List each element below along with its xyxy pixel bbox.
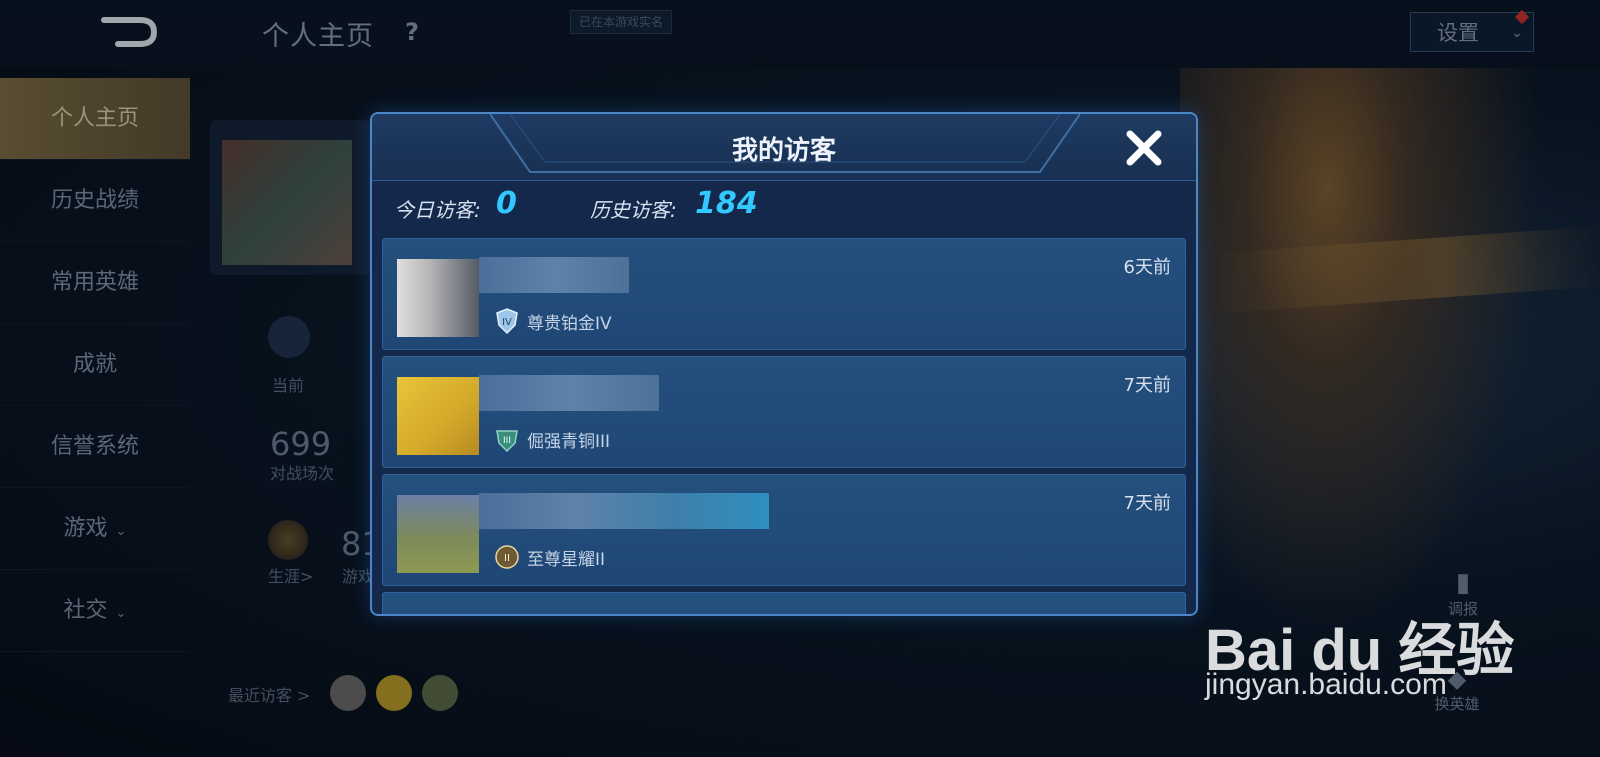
svg-text:II: II (504, 553, 510, 564)
starlight-rank-icon: II (495, 545, 519, 569)
history-visitors-label: 历史访客: (590, 198, 677, 222)
list-item[interactable]: 6天前 IV 尊贵铂金IV (382, 238, 1186, 350)
visit-time: 6天前 (1123, 257, 1171, 278)
bronze-rank-icon: III (496, 430, 518, 453)
rank-label: 尊贵铂金IV (527, 314, 612, 334)
svg-text:III: III (503, 436, 511, 446)
list-item[interactable]: 7天前 II 至尊星耀II (382, 474, 1186, 586)
close-icon[interactable] (1122, 126, 1166, 170)
svg-text:IV: IV (502, 317, 512, 328)
username-blurred (479, 257, 629, 293)
avatar[interactable] (397, 259, 479, 337)
username-blurred (479, 493, 769, 529)
history-visitors-value: 184 (695, 186, 758, 221)
baidu-watermark-url: jingyan.baidu.com (1205, 668, 1447, 701)
rank-label: 至尊星耀II (527, 550, 606, 570)
visitor-list[interactable]: 6天前 IV 尊贵铂金IV 7天前 III 倔强青铜III 7天前 II 至尊星… (382, 238, 1188, 614)
visit-time: 7天前 (1123, 493, 1171, 514)
rank-label: 倔强青铜III (527, 432, 611, 452)
dialog-title: 我的访客 (731, 136, 836, 166)
today-visitors-label: 今日访客: (394, 198, 481, 222)
avatar[interactable] (397, 377, 479, 455)
list-item[interactable]: 7天前 III 倔强青铜III (382, 356, 1186, 468)
visit-time: 7天前 (1123, 375, 1171, 396)
avatar[interactable] (397, 495, 479, 573)
today-visitors-value: 0 (496, 186, 517, 221)
list-item-partial[interactable] (382, 592, 1186, 614)
visitors-dialog: 我的访客 今日访客: 0 历史访客: 184 6天前 IV 尊贵铂金IV 7天前 (370, 112, 1198, 616)
platinum-rank-icon: IV (496, 308, 518, 335)
username-blurred (479, 375, 659, 411)
dialog-header: 我的访客 (372, 114, 1196, 181)
